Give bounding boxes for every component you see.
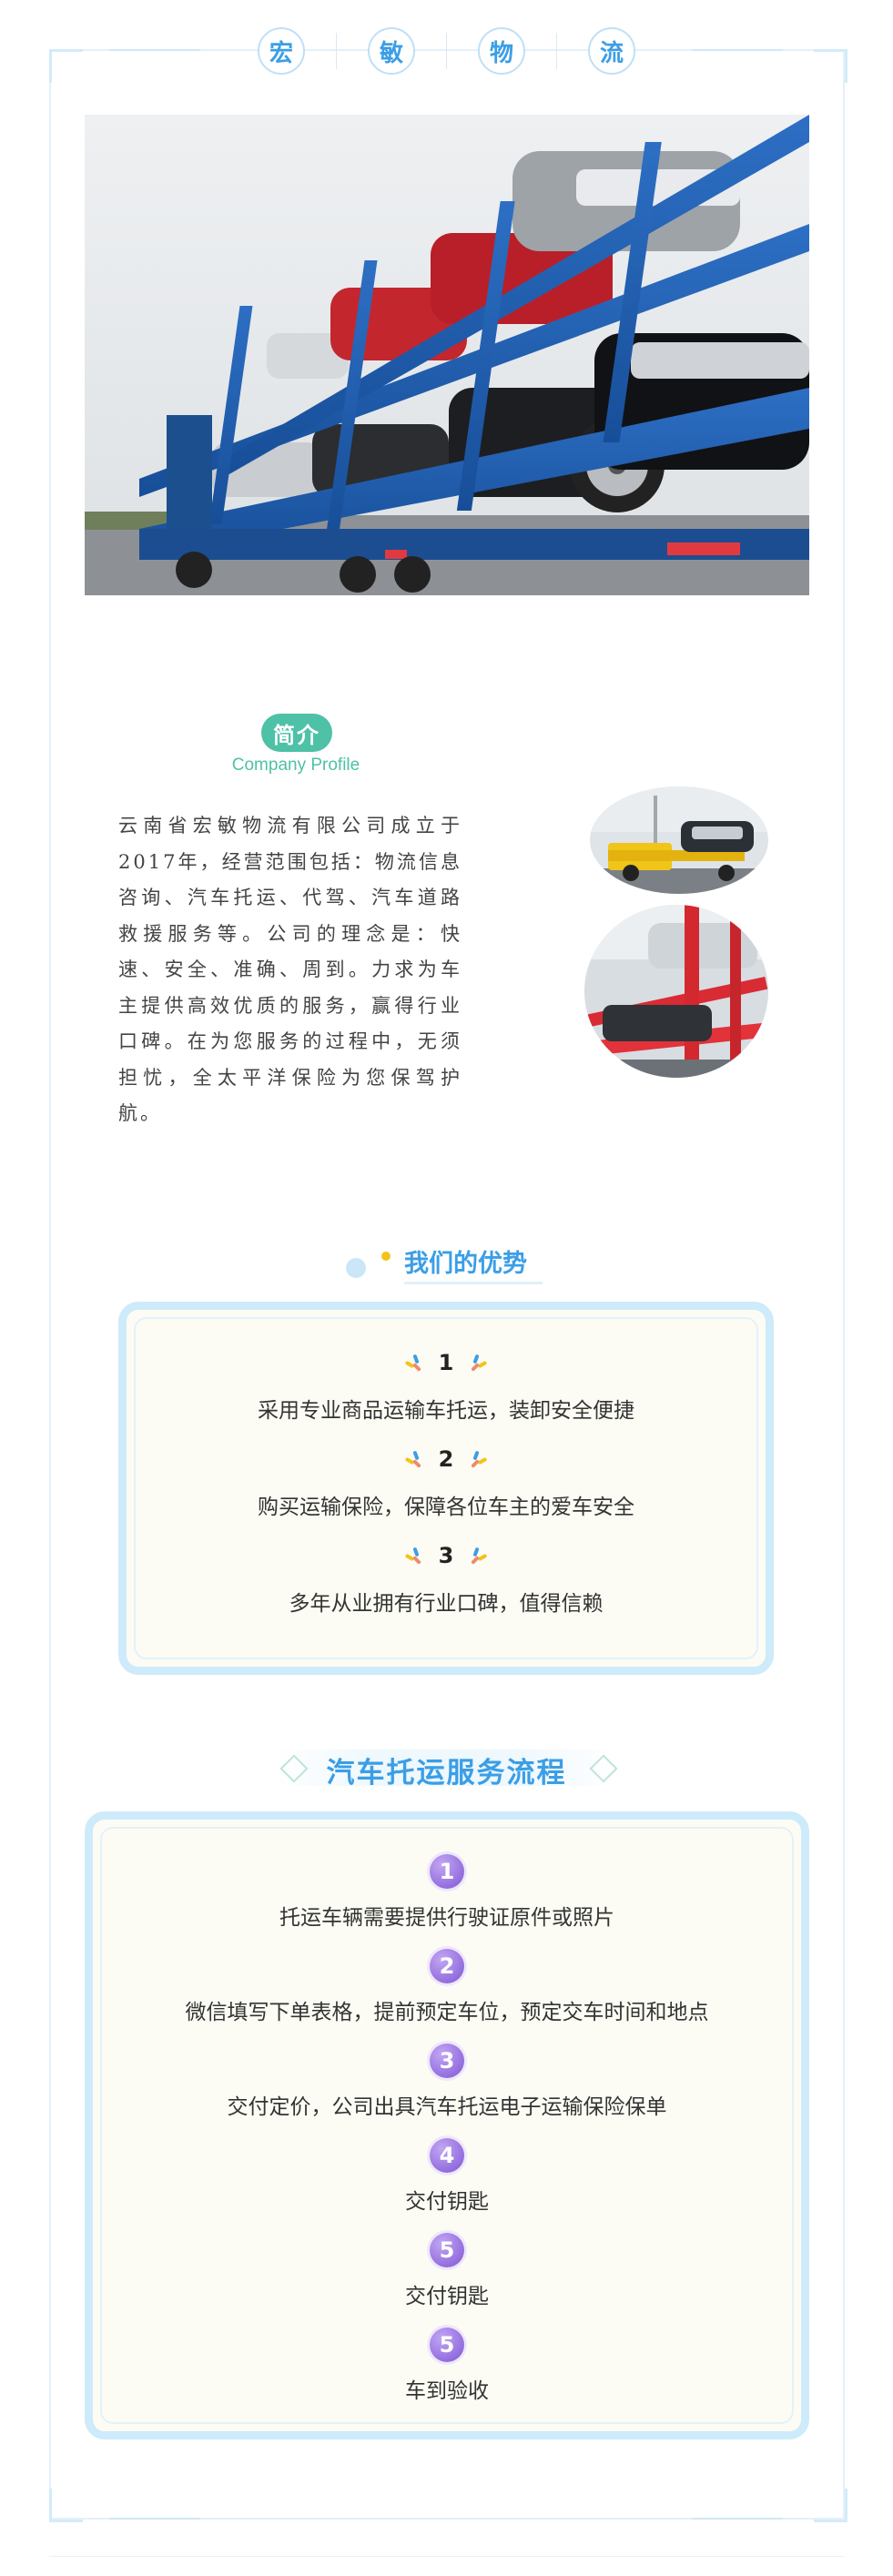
advantage-text: 采用专业商品运输车托运，装卸安全便捷 bbox=[258, 1399, 634, 1423]
process-step: 5 交付钥匙 bbox=[93, 2233, 801, 2309]
profile-badge: 简介 bbox=[261, 714, 332, 752]
process-step: 1 托运车辆需要提供行驶证原件或照片 bbox=[93, 1854, 801, 1931]
advantage-number: 3 bbox=[438, 1543, 454, 1568]
step-number-badge: 1 bbox=[430, 1854, 464, 1889]
process-step: 4 交付钥匙 bbox=[93, 2138, 801, 2215]
step-number-badge: 5 bbox=[430, 2328, 464, 2362]
advantage-item: 2 购买运输保险，保障各位车主的爱车安全 bbox=[127, 1446, 766, 1520]
title-separator bbox=[336, 33, 337, 69]
title-char-badge: 物 bbox=[478, 27, 525, 75]
advantage-item: 3 多年从业拥有行业口碑，值得信赖 bbox=[127, 1543, 766, 1617]
advantage-text: 多年从业拥有行业口碑，值得信赖 bbox=[289, 1592, 604, 1616]
sparkle-right-icon bbox=[466, 1353, 488, 1373]
sparkle-left-icon bbox=[404, 1353, 426, 1373]
step-text: 交付钥匙 bbox=[405, 2285, 489, 2308]
advantages-box: 1 采用专业商品运输车托运，装卸安全便捷 2 购买运输保险，保障各位车主的爱车安… bbox=[118, 1302, 774, 1675]
step-number-badge: 3 bbox=[430, 2044, 464, 2078]
advantage-text: 购买运输保险，保障各位车主的爱车安全 bbox=[258, 1496, 634, 1519]
hero-car-carrier-photo bbox=[85, 115, 809, 595]
advantage-number: 2 bbox=[438, 1446, 454, 1472]
process-step: 2 微信填写下单表格，提前预定车位，预定交车时间和地点 bbox=[93, 1949, 801, 2025]
carrier-loading-photo bbox=[584, 905, 768, 1078]
sparkle-left-icon bbox=[404, 1449, 426, 1469]
step-text: 车到验收 bbox=[405, 2379, 489, 2403]
sparkle-left-icon bbox=[404, 1546, 426, 1566]
title-separator bbox=[446, 33, 447, 69]
process-step: 5 车到验收 bbox=[93, 2328, 801, 2404]
process-heading: 汽车托运服务流程 bbox=[0, 1742, 893, 1793]
step-text: 交付钥匙 bbox=[405, 2190, 489, 2214]
title-char-badge: 宏 bbox=[258, 27, 305, 75]
step-text: 微信填写下单表格，提前预定车位，预定交车时间和地点 bbox=[185, 2001, 709, 2024]
frame-bottom-line-right bbox=[692, 2518, 783, 2520]
sparkle-right-icon bbox=[466, 1546, 488, 1566]
step-number-badge: 2 bbox=[430, 1949, 464, 1983]
tow-truck-photo bbox=[590, 786, 768, 894]
profile-subtitle: Company Profile bbox=[231, 756, 360, 775]
advantages-title: 我们的优势 bbox=[404, 1250, 527, 1278]
title-separator bbox=[556, 33, 557, 69]
step-number-badge: 4 bbox=[430, 2138, 464, 2173]
process-step: 3 交付定价，公司出具汽车托运电子运输保险保单 bbox=[93, 2044, 801, 2120]
frame-corner-bottom-right bbox=[814, 2489, 847, 2522]
frame-corner-bottom-left bbox=[49, 2489, 83, 2522]
step-number-badge: 5 bbox=[430, 2233, 464, 2267]
step-text: 交付定价，公司出具汽车托运电子运输保险保单 bbox=[227, 2095, 667, 2119]
page-bottom-divider bbox=[49, 2556, 845, 2557]
decor-dot bbox=[381, 1252, 391, 1261]
frame-bottom-line-left bbox=[109, 2518, 200, 2520]
advantages-title-underline bbox=[404, 1282, 543, 1284]
sparkle-right-icon bbox=[466, 1449, 488, 1469]
advantage-number: 1 bbox=[438, 1350, 454, 1375]
advantage-item: 1 采用专业商品运输车托运，装卸安全便捷 bbox=[127, 1350, 766, 1424]
process-box: 1 托运车辆需要提供行驶证原件或照片 2 微信填写下单表格，提前预定车位，预定交… bbox=[85, 1811, 809, 2439]
profile-description: 云南省宏敏物流有限公司成立于2017年，经营范围包括：物流信息咨询、汽车托运、代… bbox=[118, 815, 462, 1124]
process-title: 汽车托运服务流程 bbox=[326, 1757, 567, 1790]
step-text: 托运车辆需要提供行驶证原件或照片 bbox=[279, 1906, 614, 1930]
title-char-badge: 流 bbox=[588, 27, 635, 75]
page-title: 宏 敏 物 流 bbox=[0, 25, 893, 76]
title-char-badge: 敏 bbox=[368, 27, 415, 75]
decor-dot bbox=[346, 1258, 366, 1278]
advantages-heading: 我们的优势 bbox=[0, 1240, 893, 1287]
